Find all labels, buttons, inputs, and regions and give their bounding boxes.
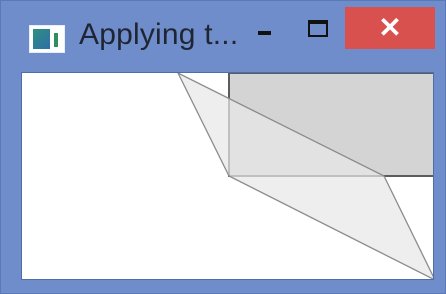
app-window: Applying t... ✕ — [0, 0, 446, 294]
maximize-button[interactable] — [295, 7, 341, 49]
client-area — [21, 72, 434, 280]
app-icon-pane — [33, 29, 50, 49]
minimize-icon — [257, 31, 271, 35]
maximize-icon — [308, 19, 328, 37]
drawing-canvas — [177, 73, 433, 279]
minimize-button[interactable] — [241, 7, 287, 49]
app-icon-bar — [54, 33, 58, 47]
app-window-icon[interactable] — [29, 25, 65, 53]
title-bar[interactable]: Applying t... ✕ — [1, 1, 445, 67]
window-title: Applying t... — [79, 18, 239, 51]
close-icon: ✕ — [378, 12, 402, 43]
close-button[interactable]: ✕ — [345, 7, 435, 49]
